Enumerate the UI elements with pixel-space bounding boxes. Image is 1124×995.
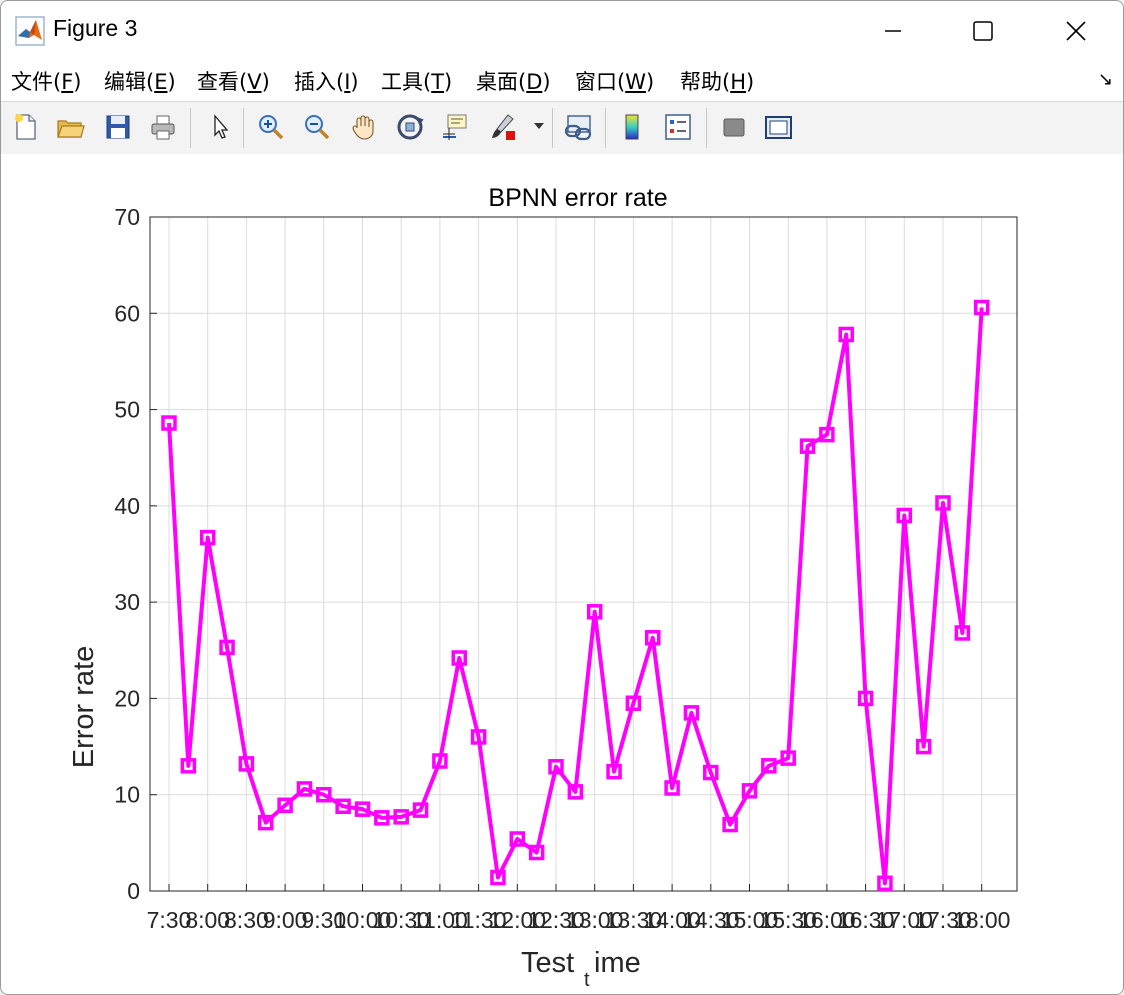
series-markers [161, 299, 990, 892]
data-cursor-button[interactable] [438, 110, 472, 144]
chart-title: BPNN error rate [488, 184, 667, 212]
menu-edit[interactable]: 编辑(E) [104, 66, 176, 96]
toolbar-separator [706, 108, 707, 148]
x-axis-label-tail: ime [594, 947, 641, 979]
x-axis-label-main: Test [521, 947, 574, 979]
pointer-icon [214, 114, 229, 139]
zoom-in-icon [259, 115, 284, 140]
y-tick-label: 0 [127, 878, 140, 904]
maximize-button[interactable] [937, 1, 1029, 61]
data-cursor-icon [443, 114, 467, 140]
menu-desktop[interactable]: 桌面(D) [476, 66, 551, 96]
save-button[interactable] [101, 110, 135, 144]
chevron-down-icon [534, 123, 544, 129]
y-axis-ticks: 0 10 20 30 40 50 60 70 [114, 204, 157, 904]
rotate-3d-icon [397, 114, 424, 140]
x-axis-label: Test t ime [521, 947, 641, 991]
menu-insert[interactable]: 插入(I) [294, 66, 359, 96]
pan-button[interactable] [347, 110, 381, 144]
zoom-in-button[interactable] [254, 110, 288, 144]
menu-view[interactable]: 查看(V) [197, 66, 270, 96]
save-icon [106, 115, 130, 139]
minimize-button[interactable] [847, 1, 939, 61]
y-tick-label: 10 [114, 782, 140, 808]
toolbar-separator [552, 108, 553, 148]
show-plot-tools-button[interactable] [761, 110, 795, 144]
toolbar-separator [605, 108, 606, 148]
pointer-button[interactable] [203, 110, 237, 144]
open-file-button[interactable] [53, 110, 87, 144]
close-button[interactable] [1030, 1, 1122, 61]
grid-lines [150, 217, 1017, 891]
axes-box [149, 216, 1018, 892]
menu-file[interactable]: 文件(F) [11, 66, 82, 96]
hide-plot-tools-button[interactable] [717, 110, 751, 144]
figure-window: Figure 3 文件(F) 编辑(E) 查看(V) 插入(I) 工具(T) 桌… [0, 0, 1124, 995]
window-title: Figure 3 [53, 15, 138, 41]
brush-dropdown[interactable] [529, 110, 549, 144]
y-tick-label: 30 [114, 589, 140, 615]
menu-bar: 文件(F) 编辑(E) 查看(V) 插入(I) 工具(T) 桌面(D) 窗口(W… [1, 61, 1123, 101]
title-bar[interactable]: Figure 3 [1, 1, 1123, 61]
menu-tools[interactable]: 工具(T) [381, 66, 452, 96]
link-plot-button[interactable] [561, 110, 595, 144]
menu-window[interactable]: 窗口(W) [575, 66, 654, 96]
zoom-out-button[interactable] [300, 110, 334, 144]
hide-plot-tools-icon [723, 118, 745, 137]
open-file-icon [57, 120, 85, 138]
rotate-3d-button[interactable] [393, 110, 427, 144]
zoom-out-icon [305, 115, 330, 140]
y-tick-label: 60 [114, 300, 140, 326]
x-tick-label: 18:00 [953, 907, 1011, 933]
maximize-icon [973, 21, 993, 41]
close-icon [1066, 21, 1086, 41]
x-axis-label-subscript: t [584, 969, 590, 991]
legend-button[interactable] [661, 110, 695, 144]
menu-help[interactable]: 帮助(H) [680, 66, 754, 96]
y-axis-label: Error rate [68, 646, 100, 768]
print-icon [151, 115, 175, 140]
legend-icon [665, 114, 691, 140]
dock-figure-button[interactable]: ↘ [1098, 69, 1113, 90]
matlab-logo-icon [15, 16, 45, 46]
print-button[interactable] [146, 110, 180, 144]
y-tick-label: 70 [114, 204, 140, 230]
link-plot-icon [564, 115, 592, 141]
show-plot-tools-icon [765, 116, 792, 139]
toolbar-separator [190, 108, 191, 148]
minimize-icon [885, 30, 901, 32]
colorbar-button[interactable] [615, 110, 649, 144]
toolbar-separator [243, 108, 244, 148]
y-tick-label: 40 [114, 493, 140, 519]
brush-button[interactable] [486, 110, 520, 144]
brush-icon [492, 114, 515, 140]
new-figure-button[interactable] [9, 110, 43, 144]
pan-icon [352, 115, 374, 140]
figure-canvas[interactable]: 0 10 20 30 40 50 60 70 7:30 8:00 8:30 9:00 9:30 10:0… [1, 154, 1123, 994]
y-tick-label: 50 [114, 397, 140, 423]
new-figure-icon [15, 114, 36, 140]
line-chart[interactable]: 010203040506070 7:308:008:309:009:3010:0… [1, 154, 1123, 994]
colorbar-icon [625, 114, 639, 140]
y-tick-label: 20 [114, 685, 140, 711]
figure-toolbar [1, 101, 1123, 155]
